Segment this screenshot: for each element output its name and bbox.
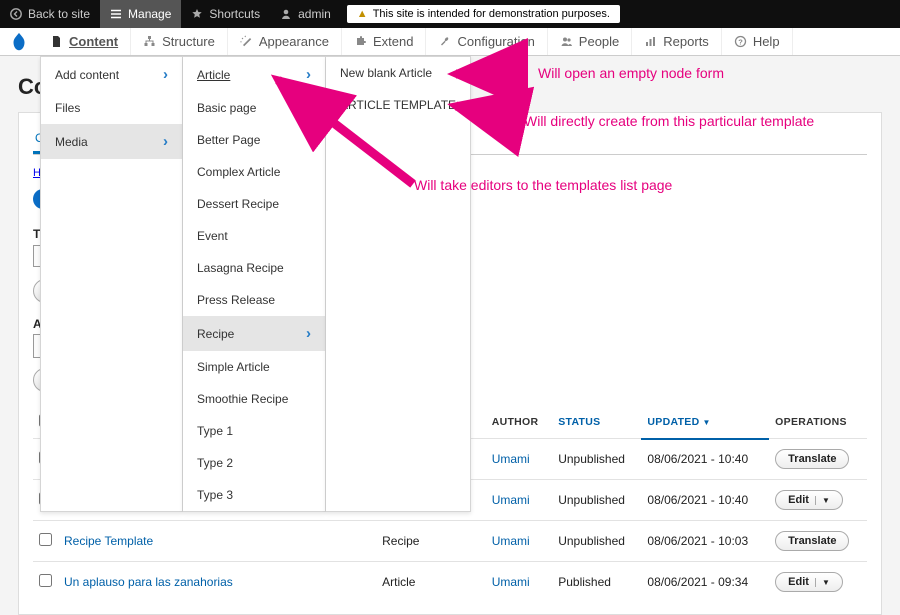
banner-text: This site is intended for demonstration … [373,8,610,20]
media-row[interactable]: Media [41,124,182,159]
row-status: Unpublished [552,521,641,562]
row-author-link[interactable]: Umami [492,575,530,589]
demo-banner: ▲ This site is intended for demonstratio… [347,5,620,23]
table-row: Un aplauso para las zanahorias Article U… [33,562,867,603]
type-event[interactable]: Event [183,220,325,252]
annotation-arrow-2 [450,98,520,131]
table-row: Recipe Template Recipe Umami Unpublished… [33,521,867,562]
annotation-arrow-1 [450,60,530,91]
menu-extend[interactable]: Extend [342,28,426,55]
type-lasagna-recipe[interactable]: Lasagna Recipe [183,252,325,284]
user-icon [280,8,292,20]
th-ops: OPERATIONS [769,406,867,439]
row-status: Unpublished [552,439,641,480]
drupal-logo[interactable] [8,31,30,56]
menu-reports-label: Reports [663,34,709,49]
menu-people[interactable]: People [548,28,632,55]
row-op-button[interactable]: Translate [775,531,849,551]
user-label: admin [298,7,331,21]
file-icon [50,35,63,48]
row-status: Published [552,562,641,603]
menu-configuration[interactable]: Configuration [426,28,547,55]
menu-content-label: Content [69,34,118,49]
type-smoothie-recipe[interactable]: Smoothie Recipe [183,383,325,415]
type-type3[interactable]: Type 3 [183,479,325,511]
shortcuts-label: Shortcuts [209,7,260,21]
row-author-link[interactable]: Umami [492,534,530,548]
wand-icon [240,35,253,48]
hamburger-icon [110,8,122,20]
menu-configuration-label: Configuration [457,34,534,49]
th-updated[interactable]: UPDATED▼ [641,406,769,439]
admin-menu: Content Structure Appearance Extend Conf… [0,28,900,56]
menu-appearance-label: Appearance [259,34,329,49]
flyout-col-1: Add content Files Media [40,56,183,512]
menu-structure[interactable]: Structure [131,28,228,55]
type-recipe[interactable]: Recipe [183,316,325,351]
row-updated: 08/06/2021 - 10:03 [641,521,769,562]
row-op-button[interactable]: Translate [775,449,849,469]
row-status: Unpublished [552,480,641,521]
back-icon [10,8,22,20]
row-op-button[interactable]: Edit▼ [775,490,843,510]
menu-content[interactable]: Content [38,28,131,55]
row-checkbox[interactable] [39,533,52,546]
svg-text:?: ? [738,37,743,46]
type-type2[interactable]: Type 2 [183,447,325,479]
menu-reports[interactable]: Reports [632,28,722,55]
help-icon: ? [734,35,747,48]
menu-extend-label: Extend [373,34,413,49]
menu-structure-label: Structure [162,34,215,49]
manage-label: Manage [128,7,171,21]
row-op-button[interactable]: Edit▼ [775,572,843,592]
row-title-link[interactable]: Un aplauso para las zanahorias [64,575,233,589]
row-author-link[interactable]: Umami [492,452,530,466]
manage-toggle[interactable]: Manage [100,0,181,28]
th-status[interactable]: STATUS [552,406,641,439]
annotation-arrow-3 [268,74,418,197]
chart-icon [644,35,657,48]
people-icon [560,35,573,48]
files-row[interactable]: Files [41,92,182,124]
row-updated: 08/06/2021 - 10:40 [641,439,769,480]
add-content-row[interactable]: Add content [41,57,182,92]
dropdown-caret-icon[interactable]: ▼ [815,578,830,587]
user-menu[interactable]: admin [270,0,341,28]
structure-icon [143,35,156,48]
toolbar: Back to site Manage Shortcuts admin ▲ Th… [0,0,900,28]
row-title-link[interactable]: Recipe Template [64,534,153,548]
annotation-text-2: Will directly create from this particula… [524,112,814,131]
row-updated: 08/06/2021 - 09:34 [641,562,769,603]
menu-people-label: People [579,34,619,49]
menu-help-label: Help [753,34,780,49]
annotation-text-1: Will open an empty node form [538,64,724,83]
menu-help[interactable]: ? Help [722,28,793,55]
row-checkbox[interactable] [39,574,52,587]
type-simple-article[interactable]: Simple Article [183,351,325,383]
sort-desc-icon: ▼ [702,418,710,427]
star-icon [191,8,203,20]
shortcuts[interactable]: Shortcuts [181,0,270,28]
warning-icon: ▲ [357,8,368,20]
drupal-icon [8,31,30,53]
back-label: Back to site [28,7,90,21]
row-updated: 08/06/2021 - 10:40 [641,480,769,521]
dropdown-caret-icon[interactable]: ▼ [815,496,830,505]
row-type: Article [376,562,486,603]
row-type: Recipe [376,521,486,562]
back-to-site[interactable]: Back to site [0,0,100,28]
wrench-icon [438,35,451,48]
th-author: AUTHOR [486,406,553,439]
row-author-link[interactable]: Umami [492,493,530,507]
puzzle-icon [354,35,367,48]
type-type1[interactable]: Type 1 [183,415,325,447]
menu-appearance[interactable]: Appearance [228,28,342,55]
type-press-release[interactable]: Press Release [183,284,325,316]
annotation-text-3: Will take editors to the templates list … [414,176,672,195]
